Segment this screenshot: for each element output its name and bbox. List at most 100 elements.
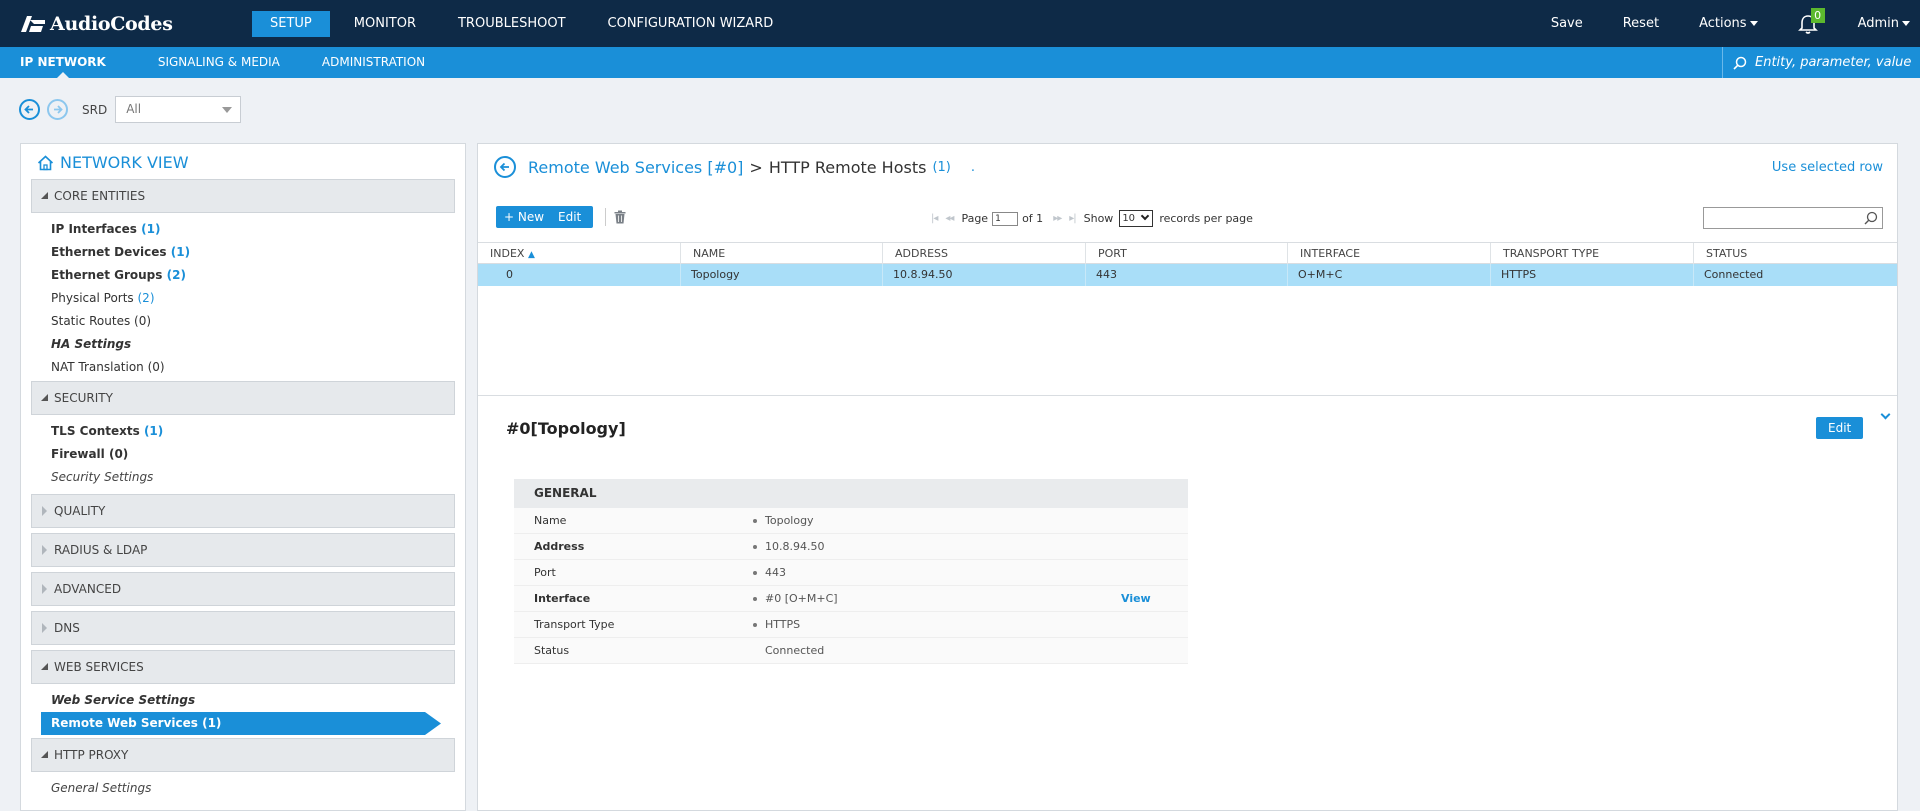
trash-icon[interactable] bbox=[614, 210, 626, 224]
cell-transport-type: HTTPS bbox=[1490, 264, 1693, 286]
field-row-address: Address 10.8.94.50 bbox=[514, 534, 1188, 560]
section-web-services[interactable]: WEB SERVICES bbox=[31, 650, 455, 684]
nav-security-settings[interactable]: Security Settings bbox=[51, 470, 153, 484]
logo[interactable]: AudioCodes bbox=[19, 13, 173, 35]
column-index[interactable]: INDEX ▲ bbox=[478, 243, 680, 264]
nav-label: IP Interfaces bbox=[51, 222, 137, 236]
record-edit-button[interactable]: Edit bbox=[1816, 417, 1864, 439]
show-label: Show bbox=[1083, 212, 1114, 225]
notifications-button[interactable]: 0 bbox=[1797, 7, 1825, 35]
user-menu[interactable]: Admin bbox=[1858, 16, 1910, 31]
breadcrumb-back-button[interactable] bbox=[494, 156, 516, 178]
edit-button[interactable]: Edit bbox=[546, 206, 594, 228]
section-label: DNS bbox=[54, 621, 80, 635]
nav-web-service-settings[interactable]: Web Service Settings bbox=[51, 693, 195, 707]
srd-label: SRD bbox=[82, 102, 108, 117]
per-page-select[interactable]: 10 bbox=[1119, 210, 1154, 227]
field-row-name: Name Topology bbox=[514, 508, 1188, 534]
nav-count: (1) bbox=[141, 222, 161, 236]
nav-nat-translation[interactable]: NAT Translation (0) bbox=[51, 360, 165, 374]
section-quality[interactable]: QUALITY bbox=[31, 494, 455, 528]
section-security[interactable]: SECURITY bbox=[31, 381, 455, 415]
prev-page-icon[interactable]: ◂◂ bbox=[945, 213, 954, 224]
column-port[interactable]: PORT bbox=[1085, 243, 1287, 264]
bullet-icon bbox=[753, 597, 757, 601]
section-advanced[interactable]: ADVANCED bbox=[31, 572, 455, 606]
section-http-proxy[interactable]: HTTP PROXY bbox=[31, 738, 455, 772]
expanded-arrow-icon bbox=[41, 394, 48, 401]
column-name[interactable]: NAME bbox=[680, 243, 882, 264]
nav-ethernet-groups[interactable]: Ethernet Groups (2) bbox=[51, 268, 186, 282]
tab-setup[interactable]: SETUP bbox=[252, 11, 330, 37]
table-search-input[interactable] bbox=[1703, 207, 1883, 229]
nav-ip-interfaces[interactable]: IP Interfaces (1) bbox=[51, 222, 160, 236]
breadcrumb-separator: > bbox=[749, 157, 763, 177]
column-interface[interactable]: INTERFACE bbox=[1287, 243, 1490, 264]
section-radius-ldap[interactable]: RADIUS & LDAP bbox=[31, 533, 455, 567]
nav-label: TLS Contexts bbox=[51, 424, 140, 438]
table-row[interactable]: 0 Topology 10.8.94.50 443 O+M+C HTTPS Co… bbox=[478, 264, 1897, 286]
network-view-label: NETWORK VIEW bbox=[60, 153, 189, 172]
breadcrumb-parent-link[interactable]: Remote Web Services [#0] bbox=[528, 158, 743, 177]
interface-view-link[interactable]: View bbox=[1121, 586, 1151, 612]
nav-tls-contexts[interactable]: TLS Contexts (1) bbox=[51, 424, 163, 438]
field-value: HTTPS bbox=[765, 618, 801, 631]
section-core-entities[interactable]: CORE ENTITIES bbox=[31, 179, 455, 213]
new-button[interactable]: + New bbox=[496, 206, 553, 228]
field-value: Topology bbox=[765, 514, 814, 527]
reset-button[interactable]: Reset bbox=[1623, 16, 1659, 31]
nav-firewall[interactable]: Firewall (0) bbox=[51, 447, 128, 461]
nav-physical-ports[interactable]: Physical Ports (2) bbox=[51, 291, 155, 305]
dropdown-arrow-icon bbox=[222, 107, 233, 113]
section-label: HTTP PROXY bbox=[54, 748, 129, 762]
save-button[interactable]: Save bbox=[1551, 16, 1583, 31]
subtab-signaling-media[interactable]: SIGNALING & MEDIA bbox=[138, 47, 300, 78]
nav-remote-web-services[interactable]: Remote Web Services (1) bbox=[41, 712, 441, 735]
actions-menu[interactable]: Actions bbox=[1699, 16, 1758, 31]
tab-monitor[interactable]: MONITOR bbox=[336, 11, 434, 37]
tab-configuration-wizard[interactable]: CONFIGURATION WIZARD bbox=[590, 11, 792, 37]
nav-general-settings[interactable]: General Settings bbox=[51, 781, 151, 795]
column-status[interactable]: STATUS bbox=[1693, 243, 1897, 264]
chevron-down-icon[interactable] bbox=[1880, 409, 1891, 420]
records-per-page-label: records per page bbox=[1159, 212, 1253, 225]
section-dns[interactable]: DNS bbox=[31, 611, 455, 645]
field-row-port: Port 443 bbox=[514, 560, 1188, 586]
pagination: |◂ ◂◂ Page 1 of 1 ▸▸ ▸| Show 10 records … bbox=[931, 210, 1253, 227]
field-label: Status bbox=[534, 644, 570, 657]
toolbar-divider bbox=[605, 208, 606, 226]
nav-label: Ethernet Devices bbox=[51, 245, 167, 259]
last-page-icon[interactable]: ▸| bbox=[1069, 213, 1076, 224]
srd-value: All bbox=[126, 102, 142, 116]
column-transport-type[interactable]: TRANSPORT TYPE bbox=[1490, 243, 1693, 264]
use-selected-row-link[interactable]: Use selected row bbox=[1772, 160, 1883, 175]
nav-ethernet-devices[interactable]: Ethernet Devices (1) bbox=[51, 245, 190, 259]
subtab-ip-network[interactable]: IP NETWORK bbox=[0, 47, 126, 78]
first-page-icon[interactable]: |◂ bbox=[931, 213, 938, 224]
brand-name: AudioCodes bbox=[50, 13, 173, 35]
section-label: RADIUS & LDAP bbox=[54, 543, 148, 557]
tab-troubleshoot[interactable]: TROUBLESHOOT bbox=[440, 11, 584, 37]
content-panel: Remote Web Services [#0] > HTTP Remote H… bbox=[477, 143, 1898, 811]
subtab-administration[interactable]: ADMINISTRATION bbox=[302, 47, 445, 78]
collapsed-arrow-icon bbox=[42, 584, 47, 594]
network-view-title[interactable]: NETWORK VIEW bbox=[37, 153, 189, 172]
top-bar: AudioCodes SETUP MONITOR TROUBLESHOOT CO… bbox=[0, 0, 1920, 47]
page-input[interactable]: 1 bbox=[992, 211, 1019, 226]
srd-select[interactable]: All bbox=[115, 96, 242, 123]
column-address[interactable]: ADDRESS bbox=[882, 243, 1085, 264]
forward-button[interactable] bbox=[47, 99, 68, 120]
field-label: Name bbox=[534, 514, 567, 527]
field-label: Interface bbox=[534, 592, 591, 605]
next-page-icon[interactable]: ▸▸ bbox=[1053, 213, 1062, 224]
sort-asc-icon: ▲ bbox=[527, 250, 535, 260]
caret-down-icon bbox=[1749, 21, 1758, 26]
field-label: Port bbox=[534, 566, 556, 579]
nav-static-routes[interactable]: Static Routes (0) bbox=[51, 314, 151, 328]
audiocodes-logo-icon bbox=[21, 16, 45, 32]
back-button[interactable] bbox=[19, 99, 40, 120]
global-search[interactable]: Entity, parameter, value bbox=[1722, 47, 1920, 78]
breadcrumb-current: HTTP Remote Hosts bbox=[768, 157, 927, 177]
search-icon bbox=[1733, 56, 1747, 70]
nav-ha-settings[interactable]: HA Settings bbox=[51, 337, 131, 351]
